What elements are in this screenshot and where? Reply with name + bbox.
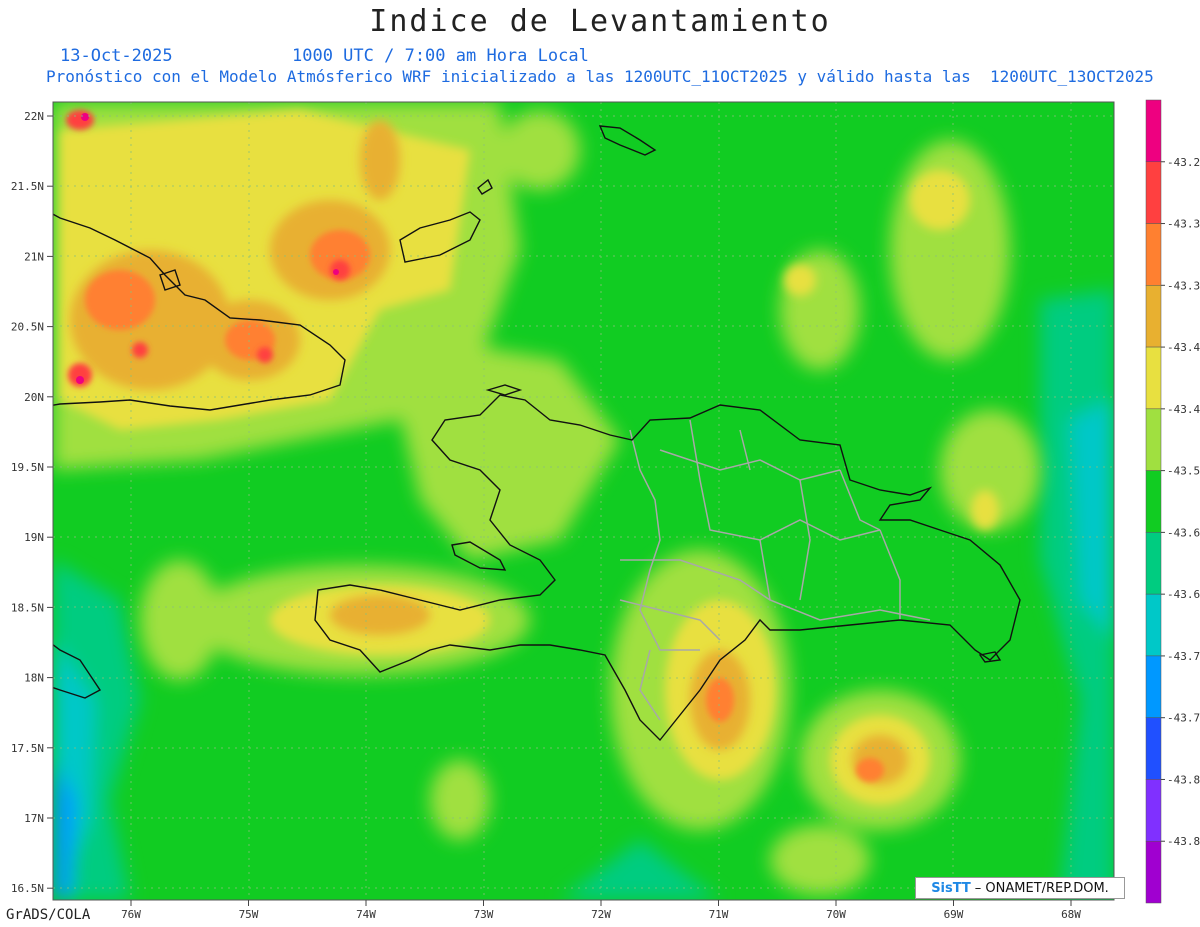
- lon-tick-label: 74W: [356, 908, 376, 921]
- colorbar-swatch: [1145, 840, 1162, 904]
- colorbar-swatch: [1145, 532, 1162, 595]
- lat-tick-label: 17N: [24, 812, 44, 825]
- logo-text: – ONAMET/REP.DOM.: [974, 880, 1109, 896]
- colorbar-label: -43.3: [1167, 218, 1200, 231]
- colorbar-swatch: [1145, 779, 1162, 842]
- lon-tick-label: 76W: [121, 908, 141, 921]
- colorbar-swatch: [1145, 655, 1162, 718]
- colorbar-swatch: [1145, 223, 1162, 286]
- lat-tick-label: 19N: [24, 531, 44, 544]
- colorbar-label: -43.6: [1167, 588, 1200, 601]
- colorbar-swatch: [1145, 99, 1162, 163]
- colorbar-label: -43.4: [1167, 341, 1200, 354]
- field-layer: [53, 102, 1114, 900]
- lat-tick-label: 21N: [24, 250, 44, 263]
- colorbar-label: -43.8: [1167, 773, 1200, 786]
- colorbar: -43.2 -43.3 -43.3 -43.4 -43.4 -43.5 -43.6 -43.6…: [1145, 99, 1200, 904]
- colorbar-swatch: [1145, 593, 1162, 657]
- lon-tick-label: 71W: [709, 908, 729, 921]
- lon-tick-label: 72W: [591, 908, 611, 921]
- onamet-logo: SisTT – ONAMET/REP.DOM.: [915, 877, 1125, 899]
- lon-tick-label: 70W: [826, 908, 846, 921]
- colorbar-label: -43.7: [1167, 650, 1200, 663]
- colorbar-swatch: [1145, 161, 1162, 224]
- colorbar-swatch: [1145, 717, 1162, 780]
- lat-tick-label: 17.5N: [11, 742, 44, 755]
- latitude-axis: 22N 21.5N 21N 20.5N 20N 19.5N 19N 18.5N 18N 17.5N…: [11, 110, 53, 895]
- logo-brand: SisTT: [931, 880, 971, 896]
- lifted-index-map: 22N 21.5N 21N 20.5N 20N 19.5N 19N 18.5N 18N 17.5N…: [11, 99, 1200, 921]
- lat-tick-label: 16.5N: [11, 882, 44, 895]
- lon-tick-label: 68W: [1061, 908, 1081, 921]
- lat-tick-label: 19.5N: [11, 461, 44, 474]
- lon-tick-label: 69W: [944, 908, 964, 921]
- colorbar-label: -43.2: [1167, 156, 1200, 169]
- lat-tick-label: 18N: [24, 672, 44, 685]
- lat-tick-label: 20N: [24, 391, 44, 404]
- lat-tick-label: 21.5N: [11, 180, 44, 193]
- colorbar-label: -43.3: [1167, 279, 1200, 292]
- lon-tick-label: 73W: [474, 908, 494, 921]
- colorbar-swatch: [1145, 346, 1162, 410]
- colorbar-swatch: [1145, 285, 1162, 348]
- colorbar-label: -43.6: [1167, 526, 1200, 539]
- colorbar-label: -43.8: [1167, 835, 1200, 848]
- colorbar-label: -43.5: [1167, 465, 1200, 478]
- lat-tick-label: 18.5N: [11, 601, 44, 614]
- colorbar-label: -43.7: [1167, 712, 1200, 725]
- colorbar-label: -43.4: [1167, 403, 1200, 416]
- lat-tick-label: 22N: [24, 110, 44, 123]
- colorbar-swatch: [1145, 408, 1162, 471]
- colorbar-swatch: [1145, 470, 1162, 533]
- lon-tick-label: 75W: [239, 908, 259, 921]
- longitude-axis: 76W 75W 74W 73W 72W 71W 70W 69W 68W: [121, 900, 1081, 921]
- lat-tick-label: 20.5N: [11, 321, 44, 334]
- grads-credit: GrADS/COLA: [6, 907, 91, 923]
